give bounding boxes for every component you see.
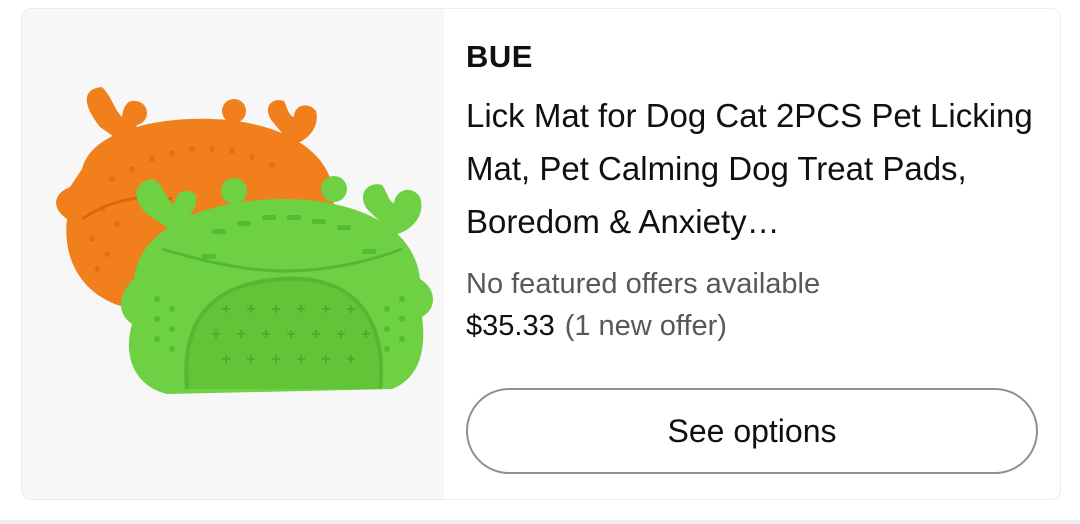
offers-status: No featured offers available: [466, 268, 821, 300]
product-image[interactable]: [22, 9, 444, 499]
brand-name: BUE: [466, 39, 533, 74]
product-card[interactable]: BUE Lick Mat for Dog Cat 2PCS Pet Lickin…: [21, 8, 1061, 500]
see-options-button[interactable]: See options: [466, 388, 1038, 474]
price-row: $35.33 (1 new offer): [466, 306, 1046, 346]
new-offer-link[interactable]: (1 new offer): [565, 310, 727, 342]
lick-mat-image: [56, 87, 434, 394]
divider: [0, 520, 1080, 524]
green-lick-mat: [120, 176, 434, 394]
product-title[interactable]: Lick Mat for Dog Cat 2PCS Pet Licking Ma…: [466, 89, 1036, 248]
product-info: BUE Lick Mat for Dog Cat 2PCS Pet Lickin…: [466, 37, 1046, 346]
price: $35.33: [466, 310, 555, 342]
